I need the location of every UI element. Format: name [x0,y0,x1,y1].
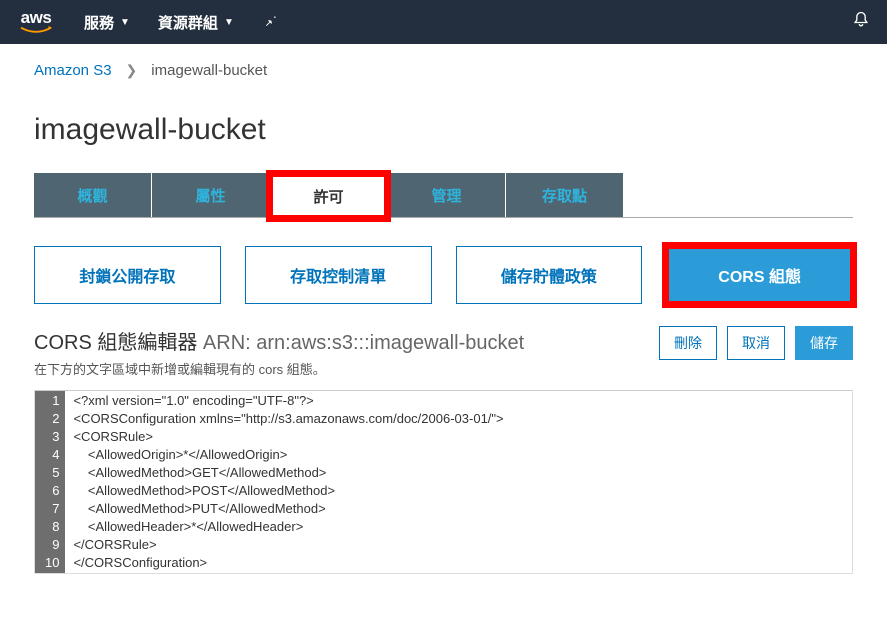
chevron-down-icon: ▼ [224,17,234,28]
nav-resource-groups-label: 資源群組 [158,12,218,33]
aws-logo[interactable]: aws [16,8,56,36]
subtab-bucket-policy[interactable]: 儲存貯體政策 [456,246,643,304]
editor-title-line: CORS 組態編輯器 ARN: arn:aws:s3:::imagewall-b… [34,326,639,355]
subtab-acl[interactable]: 存取控制清單 [245,246,432,304]
page-title: imagewall-bucket [34,113,853,147]
page-content: Amazon S3 ❯ imagewall-bucket imagewall-b… [0,44,887,574]
bell-icon[interactable] [851,10,871,35]
subtab-block-public-access[interactable]: 封鎖公開存取 [34,246,221,304]
breadcrumb-current: imagewall-bucket [151,62,267,79]
nav-services[interactable]: 服務 ▼ [84,12,130,33]
editor-arn: arn:aws:s3:::imagewall-bucket [256,332,524,354]
editor-gutter: 12345678910 [35,391,65,573]
aws-logo-text: aws [21,8,52,28]
permission-sub-tabs: 封鎖公開存取 存取控制清單 儲存貯體政策 CORS 組態 [34,218,853,326]
breadcrumb: Amazon S3 ❯ imagewall-bucket [34,62,853,79]
cancel-button[interactable]: 取消 [727,326,785,360]
editor-header: CORS 組態編輯器 ARN: arn:aws:s3:::imagewall-b… [34,326,853,378]
tab-bar: 概觀 屬性 許可 管理 存取點 [34,173,853,218]
subtab-cors[interactable]: CORS 組態 [666,246,853,304]
save-button[interactable]: 儲存 [795,326,853,360]
tab-permissions[interactable]: 許可 [270,174,387,218]
tab-overview[interactable]: 概觀 [34,173,151,217]
tab-properties[interactable]: 屬性 [152,173,269,217]
pin-icon[interactable] [262,12,278,33]
nav-resource-groups[interactable]: 資源群組 ▼ [158,12,234,33]
breadcrumb-root[interactable]: Amazon S3 [34,62,112,79]
tab-access-points[interactable]: 存取點 [506,173,623,217]
top-nav: aws 服務 ▼ 資源群組 ▼ [0,0,887,44]
editor-title: CORS 組態編輯器 [34,332,197,354]
cors-code-editor[interactable]: 12345678910 <?xml version="1.0" encoding… [34,390,853,574]
chevron-right-icon: ❯ [126,62,138,79]
editor-arn-label: ARN: [203,332,251,354]
editor-actions: 刪除 取消 儲存 [659,326,853,360]
nav-services-label: 服務 [84,12,114,33]
editor-code[interactable]: <?xml version="1.0" encoding="UTF-8"?><C… [65,391,511,573]
chevron-down-icon: ▼ [120,17,130,28]
delete-button[interactable]: 刪除 [659,326,717,360]
editor-subtitle: 在下方的文字區域中新增或編輯現有的 cors 組態。 [34,359,639,378]
tab-management[interactable]: 管理 [388,173,505,217]
aws-swoosh-icon [16,26,56,36]
